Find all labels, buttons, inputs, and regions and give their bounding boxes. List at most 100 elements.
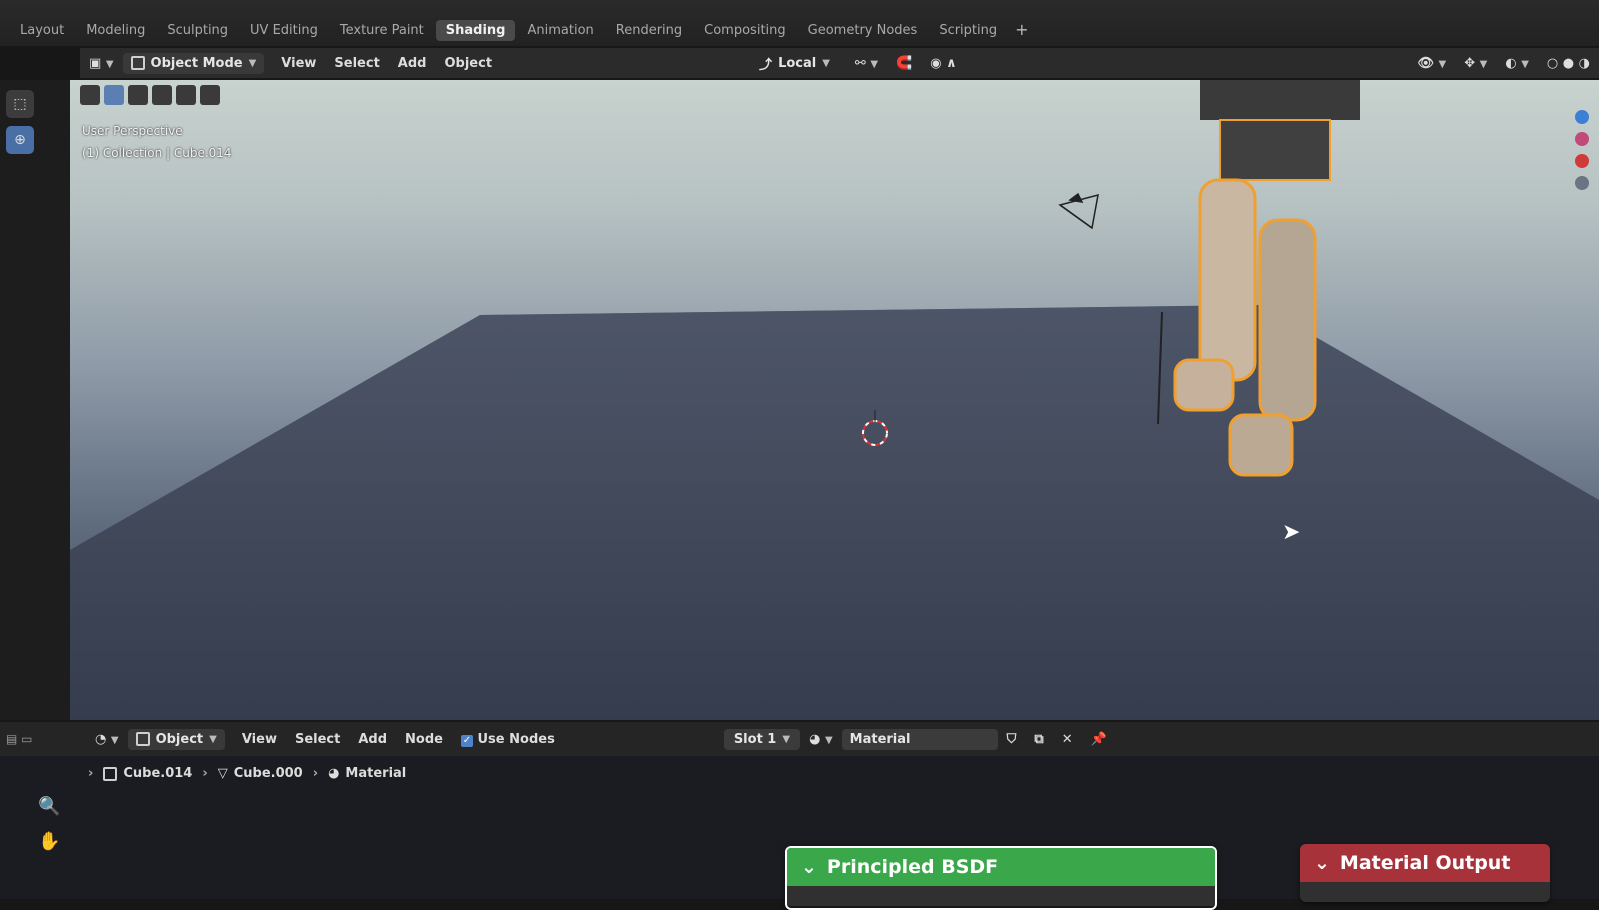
slot-label: Slot 1 [733,731,777,747]
orientation-icon: ⤴ [759,57,773,73]
snap-icon[interactable]: 🧲 [887,56,921,71]
collection-label: (1) Collection | Cube.014 [82,146,232,160]
object-type-icon [135,732,150,746]
visibility-icon[interactable]: 👁 ▼ [1408,56,1455,71]
cursor-tool-icon[interactable]: ⊕ [6,126,34,154]
gizmo-icon[interactable]: ✥ ▼ [1455,56,1496,71]
menu-view[interactable]: View [272,56,325,71]
select-subtract-icon[interactable] [152,85,172,105]
collapse-chevron-icon[interactable]: ⌄ [1314,852,1330,874]
menu-object[interactable]: Object [435,56,501,71]
object-mode-icon [130,56,145,70]
tab-modeling[interactable]: Modeling [76,20,155,41]
pin-icon[interactable]: 📌 [1082,732,1116,747]
toolbar: ⬚ ⊕ [0,80,70,720]
transform-orientation-dropdown[interactable]: ⤴ Local ▼ [751,51,838,76]
add-workspace-button[interactable]: + [1009,20,1034,41]
tab-animation[interactable]: Animation [517,20,603,41]
select-intersect-icon[interactable] [200,85,220,105]
use-nodes-label: Use Nodes [477,731,555,747]
editor-type-button[interactable]: ▣ ▼ [80,56,123,71]
node-editor-canvas[interactable]: › Cube.014 › ▽ Cube.000 › ◕ Material 🔍 ✋… [0,756,1599,910]
object-mode-label: Object Mode [150,55,243,71]
tab-shading[interactable]: Shading [435,20,516,41]
node-menu-view[interactable]: View [233,732,286,747]
proportional-edit-icon[interactable]: ◉ ∧ [921,56,965,71]
select-mode-toolbar [80,82,220,108]
material-icon: ◕ [328,766,340,781]
tab-scripting[interactable]: Scripting [929,20,1007,41]
tab-geometry-nodes[interactable]: Geometry Nodes [798,20,928,41]
zoom-icon[interactable]: 🔍 [38,796,60,817]
node-menu-add[interactable]: Add [349,732,396,747]
axis-x-icon[interactable] [1575,154,1589,168]
node-editor-header: ▤ ▭ ◔ ▼ Object ▼ View Select Add Node ✓ … [0,722,1599,756]
duplicate-material-icon[interactable]: ⧉ [1025,732,1052,747]
axis-neg-icon[interactable] [1575,176,1589,190]
material-browse-icon[interactable]: ◕ ▼ [800,732,842,747]
play-icon[interactable] [80,85,100,105]
use-nodes-toggle[interactable]: ✓ Use Nodes [452,732,564,747]
tab-sculpting[interactable]: Sculpting [157,20,238,41]
object-type-label: Object [155,731,204,747]
viewport-header: ▣ ▼ Object Mode ▼ View Select Add Object… [80,48,1599,78]
breadcrumb-material: ◕ Material [328,766,406,781]
breadcrumb-material-label: Material [345,766,407,781]
breadcrumb-object-label: Cube.014 [123,766,193,781]
3d-viewport[interactable]: User Perspective (1) Collection | Cube.0… [70,80,1599,720]
axis-y-icon[interactable] [1575,132,1589,146]
viewport-info: User Perspective (1) Collection | Cube.0… [82,120,232,164]
tab-layout[interactable]: Layout [10,20,74,41]
unlink-material-icon[interactable]: ✕ [1053,732,1082,747]
select-tool-icon[interactable]: ⬚ [6,90,34,118]
principled-bsdf-title: Principled BSDF [826,856,999,878]
material-name: Material [849,731,911,747]
breadcrumb-mesh-label: Cube.000 [233,766,303,781]
shading-mode-icons[interactable]: ○ ● ◑ [1538,56,1599,71]
node-editor-type-button[interactable]: ◔ ▼ [86,732,128,747]
file-browser-stub[interactable]: ▤ ▭ [0,732,86,746]
principled-bsdf-node[interactable]: ⌄ Principled BSDF [785,846,1217,910]
tab-texture-paint[interactable]: Texture Paint [330,20,434,41]
node-menu-node[interactable]: Node [396,732,452,747]
slot-dropdown[interactable]: Slot 1 ▼ [723,728,801,750]
breadcrumb: › Cube.014 › ▽ Cube.000 › ◕ Material [88,766,406,781]
material-output-node[interactable]: ⌄ Material Output [1300,844,1550,902]
select-extend-icon[interactable] [128,85,148,105]
select-invert-icon[interactable] [176,85,196,105]
breadcrumb-separator: › [312,766,319,781]
principled-bsdf-header[interactable]: ⌄ Principled BSDF [787,848,1215,886]
object-icon [103,766,118,781]
mesh-icon: ▽ [217,766,228,781]
chevron-down-icon: ▼ [248,57,257,69]
fake-user-icon[interactable]: ⛉ [998,732,1026,747]
menu-select[interactable]: Select [325,56,388,71]
collapse-chevron-icon[interactable]: ⌄ [801,856,817,878]
object-mode-dropdown[interactable]: Object Mode ▼ [122,52,265,74]
menu-add[interactable]: Add [389,56,436,71]
pan-hand-icon[interactable]: ✋ [38,831,60,852]
axis-z-icon[interactable] [1575,110,1589,124]
principled-bsdf-body [787,886,1215,906]
node-menu-select[interactable]: Select [286,732,349,747]
tab-rendering[interactable]: Rendering [606,20,692,41]
perspective-label: User Perspective [82,124,183,138]
chevron-down-icon: ▼ [209,733,217,745]
overlay-icon[interactable]: ◐ ▼ [1496,56,1538,71]
navigation-gizmo[interactable] [1575,110,1589,190]
shader-type-dropdown[interactable]: Object ▼ [127,728,225,750]
workspace-bar: Layout Modeling Sculpting UV Editing Tex… [0,0,1599,46]
material-output-header[interactable]: ⌄ Material Output [1300,844,1550,882]
chevron-down-icon: ▼ [782,733,791,745]
pivot-point-icon[interactable]: ⚯ ▼ [846,56,887,71]
workspace-tabs: Layout Modeling Sculpting UV Editing Tex… [10,20,1035,41]
breadcrumb-separator: › [202,766,208,781]
camera-object[interactable] [1058,192,1099,230]
select-new-icon[interactable] [104,85,124,105]
breadcrumb-object: Cube.014 [103,766,192,781]
material-name-field[interactable]: Material [841,728,998,750]
tab-compositing[interactable]: Compositing [694,20,796,41]
node-editor-tools: 🔍 ✋ [38,796,60,852]
tab-uv-editing[interactable]: UV Editing [240,20,328,41]
checkbox-icon[interactable]: ✓ [460,734,473,747]
